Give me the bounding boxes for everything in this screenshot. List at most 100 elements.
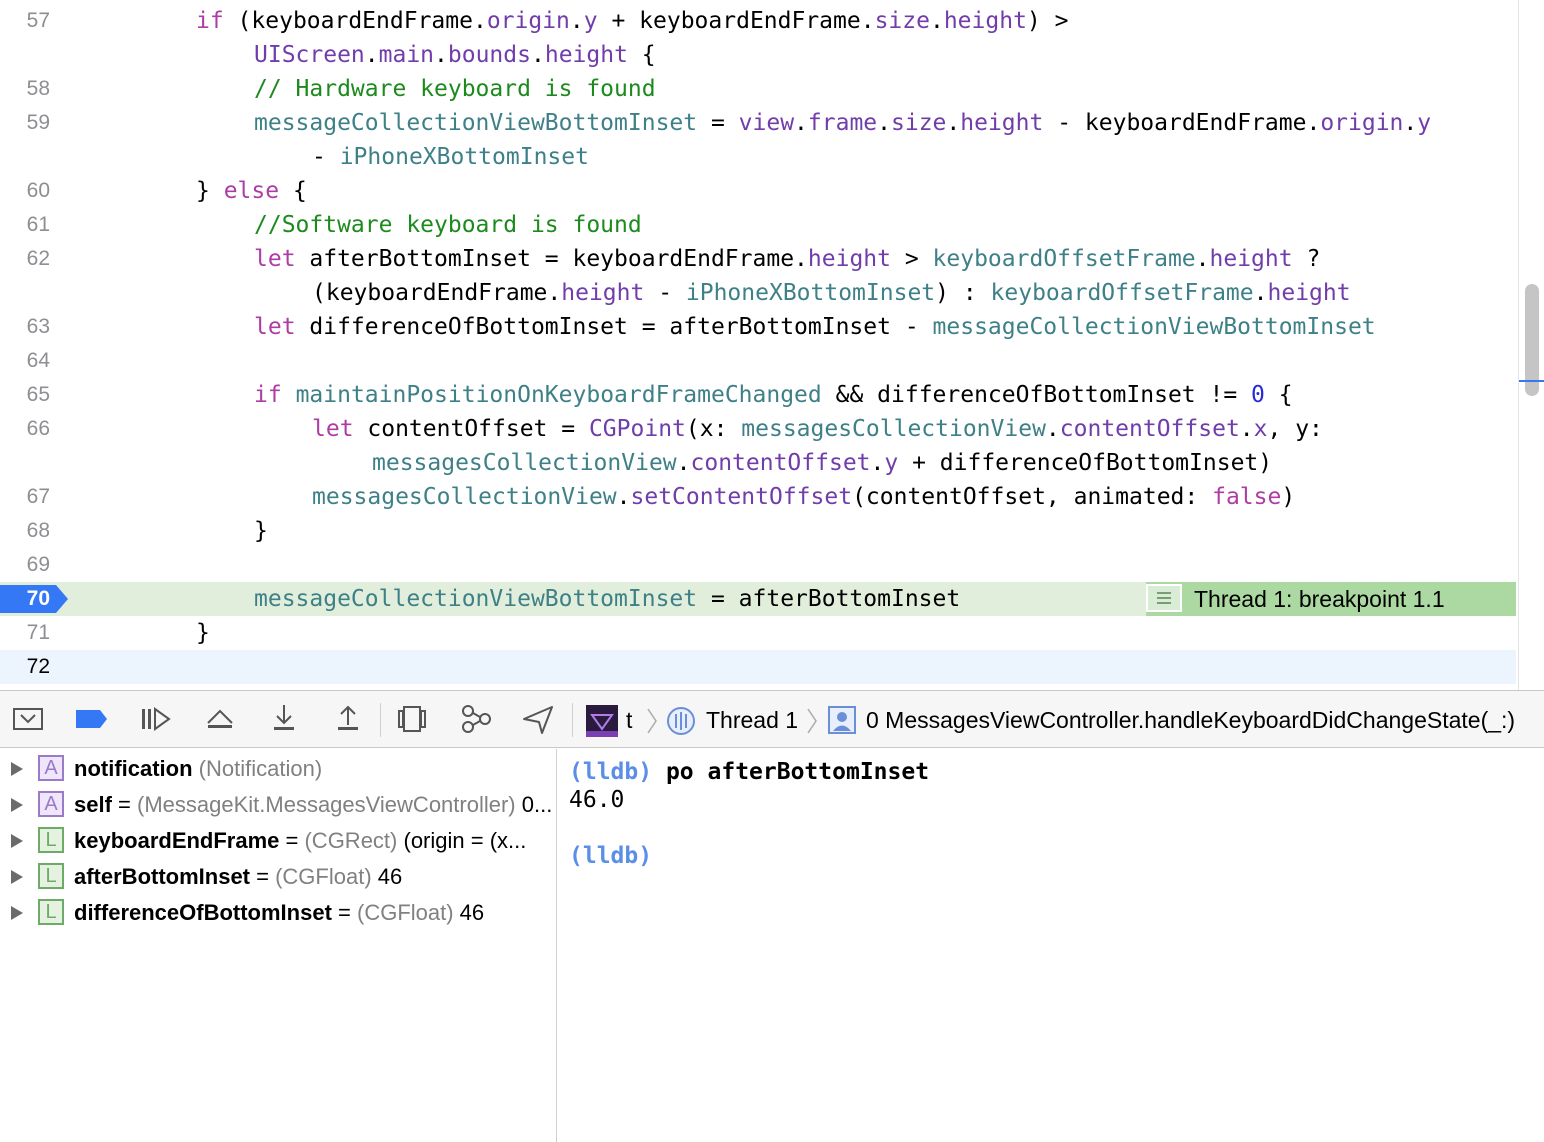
thread-icon [667, 707, 695, 735]
lldb-prompt: (lldb) [569, 843, 653, 869]
step-out-icon[interactable] [330, 701, 366, 737]
user-frame-icon [828, 706, 856, 734]
variables-view[interactable]: A notification (Notification) A self = (… [0, 749, 557, 1142]
variable-text: differenceOfBottomInset = (CGFloat) 46 [74, 900, 485, 925]
hide-debug-area-icon[interactable] [10, 701, 46, 737]
console-command-line: (lldb) po afterBottomInset [569, 757, 929, 787]
simulate-location-icon[interactable] [520, 701, 556, 737]
code-text: - iPhoneXBottomInset [312, 144, 589, 170]
code-text: let afterBottomInset = keyboardEndFrame.… [254, 246, 1321, 272]
code-text: let differenceOfBottomInset = afterBotto… [254, 314, 1376, 340]
local-badge: L [38, 827, 64, 853]
line-number: 63 [26, 315, 50, 338]
line-number: 71 [26, 621, 50, 644]
variable-row[interactable]: A notification (Notification) [0, 751, 556, 787]
variable-row[interactable]: L keyboardEndFrame = (CGRect) (origin = … [0, 823, 556, 859]
code-text: messageCollectionViewBottomInset = after… [254, 586, 961, 612]
disclosure-triangle-icon[interactable] [10, 905, 24, 921]
step-into-icon[interactable] [266, 701, 302, 737]
line-number: 65 [26, 383, 50, 406]
variable-row[interactable]: A self = (MessageKit.MessagesViewControl… [0, 787, 556, 823]
variable-text: keyboardEndFrame = (CGRect) (origin = (x… [74, 828, 527, 853]
console-command: po afterBottomInset [665, 759, 930, 785]
code-text: UIScreen.main.bounds.height { [254, 42, 656, 68]
breadcrumb-thread[interactable]: Thread 1 [706, 691, 798, 749]
code-line-68[interactable]: 68 } [0, 514, 1516, 548]
code-line-72[interactable]: 72 [0, 650, 1516, 684]
variable-text: afterBottomInset = (CGFloat) 46 [74, 864, 403, 889]
code-line-62[interactable]: 62 let afterBottomInset = keyboardEndFra… [0, 242, 1516, 276]
disclosure-triangle-icon[interactable] [10, 761, 24, 777]
code-text: messagesCollectionView.setContentOffset(… [312, 484, 1296, 510]
code-text: } [196, 620, 210, 646]
memory-graph-icon[interactable] [458, 701, 494, 737]
debug-bar: t Thread 1 0 MessagesViewController.hand… [0, 690, 1544, 748]
breadcrumb-target[interactable]: t [626, 691, 632, 749]
line-number: 61 [26, 213, 50, 236]
local-badge: L [38, 863, 64, 889]
line-number: 64 [26, 349, 50, 372]
breakpoint-label: Thread 1: breakpoint 1.1 [1194, 586, 1445, 612]
line-number: 59 [26, 111, 50, 134]
disclosure-triangle-icon[interactable] [10, 797, 24, 813]
line-number: 67 [26, 485, 50, 508]
code-line-67[interactable]: 67 messagesCollectionView.setContentOffs… [0, 480, 1516, 514]
code-line-64[interactable]: 64 [0, 344, 1516, 378]
lldb-prompt: (lldb) [569, 759, 653, 785]
list-icon[interactable] [1146, 584, 1182, 612]
toolbar-divider [380, 703, 381, 737]
variable-row[interactable]: L differenceOfBottomInset = (CGFloat) 46 [0, 895, 556, 931]
code-comment: // Hardware keyboard is found [254, 76, 656, 102]
code-text: } else { [196, 178, 307, 204]
code-line-59-wrap[interactable]: - iPhoneXBottomInset [0, 140, 1516, 174]
chevron-right-icon [647, 708, 657, 734]
argument-badge: A [38, 791, 64, 817]
console-output: 46.0 [569, 787, 625, 813]
disclosure-triangle-icon[interactable] [10, 833, 24, 849]
code-line-57-wrap[interactable]: UIScreen.main.bounds.height { [0, 38, 1516, 72]
code-line-59[interactable]: 59 messageCollectionViewBottomInset = vi… [0, 106, 1516, 140]
continue-icon[interactable] [138, 701, 174, 737]
code-line-60[interactable]: 60 } else { [0, 174, 1516, 208]
line-number: 68 [26, 519, 50, 542]
code-line-71[interactable]: 71 } [0, 616, 1516, 650]
breakpoints-toggle-icon[interactable] [74, 701, 110, 737]
source-editor[interactable]: 57 if (keyboardEndFrame.origin.y + keybo… [0, 0, 1544, 690]
code-line-65[interactable]: 65 if maintainPositionOnKeyboardFrameCha… [0, 378, 1516, 412]
variable-row[interactable]: L afterBottomInset = (CGFloat) 46 [0, 859, 556, 895]
code-text: } [254, 518, 268, 544]
code-line-58[interactable]: 58 // Hardware keyboard is found [0, 72, 1516, 106]
code-line-62-wrap[interactable]: (keyboardEndFrame.height - iPhoneXBottom… [0, 276, 1516, 310]
code-line-61[interactable]: 61 //Software keyboard is found [0, 208, 1516, 242]
console-input-line[interactable]: (lldb) [569, 841, 652, 871]
variable-text: self = (MessageKit.MessagesViewControlle… [74, 792, 553, 817]
variable-text: notification (Notification) [74, 756, 323, 781]
code-text: (keyboardEndFrame.height - iPhoneXBottom… [312, 280, 1351, 306]
code-line-63[interactable]: 63 let differenceOfBottomInset = afterBo… [0, 310, 1516, 344]
code-text: let contentOffset = CGPoint(x: messagesC… [312, 416, 1323, 442]
argument-badge: A [38, 755, 64, 781]
lldb-console[interactable]: (lldb) po afterBottomInset 46.0 (lldb) [557, 749, 1544, 1142]
code-line-69[interactable]: 69 [0, 548, 1516, 582]
disclosure-triangle-icon[interactable] [10, 869, 24, 885]
line-number: 66 [26, 417, 50, 440]
line-number: 69 [26, 553, 50, 576]
code-text: messageCollectionViewBottomInset = view.… [254, 110, 1432, 136]
code-line-57[interactable]: 57 if (keyboardEndFrame.origin.y + keybo… [0, 4, 1516, 38]
code-text: messagesCollectionView.contentOffset.y +… [372, 450, 1273, 476]
view-hierarchy-icon[interactable] [394, 701, 430, 737]
editor-scrollbar[interactable] [1518, 0, 1544, 690]
code-line-66-wrap[interactable]: messagesCollectionView.contentOffset.y +… [0, 446, 1516, 480]
code-text: if maintainPositionOnKeyboardFrameChange… [254, 382, 1293, 408]
breakpoint-scroll-marker [1519, 380, 1544, 382]
code-comment: //Software keyboard is found [254, 212, 642, 238]
step-over-icon[interactable] [202, 701, 238, 737]
line-number: 60 [26, 179, 50, 202]
toolbar-divider [572, 703, 573, 737]
app-icon[interactable] [586, 705, 618, 737]
code-line-66[interactable]: 66 let contentOffset = CGPoint(x: messag… [0, 412, 1516, 446]
breadcrumb-frame[interactable]: 0 MessagesViewController.handleKeyboardD… [866, 691, 1515, 749]
breakpoint-banner: Thread 1: breakpoint 1.1 [1146, 582, 1516, 616]
line-number: 70 [26, 587, 50, 610]
code-text: if (keyboardEndFrame.origin.y + keyboard… [196, 8, 1069, 34]
